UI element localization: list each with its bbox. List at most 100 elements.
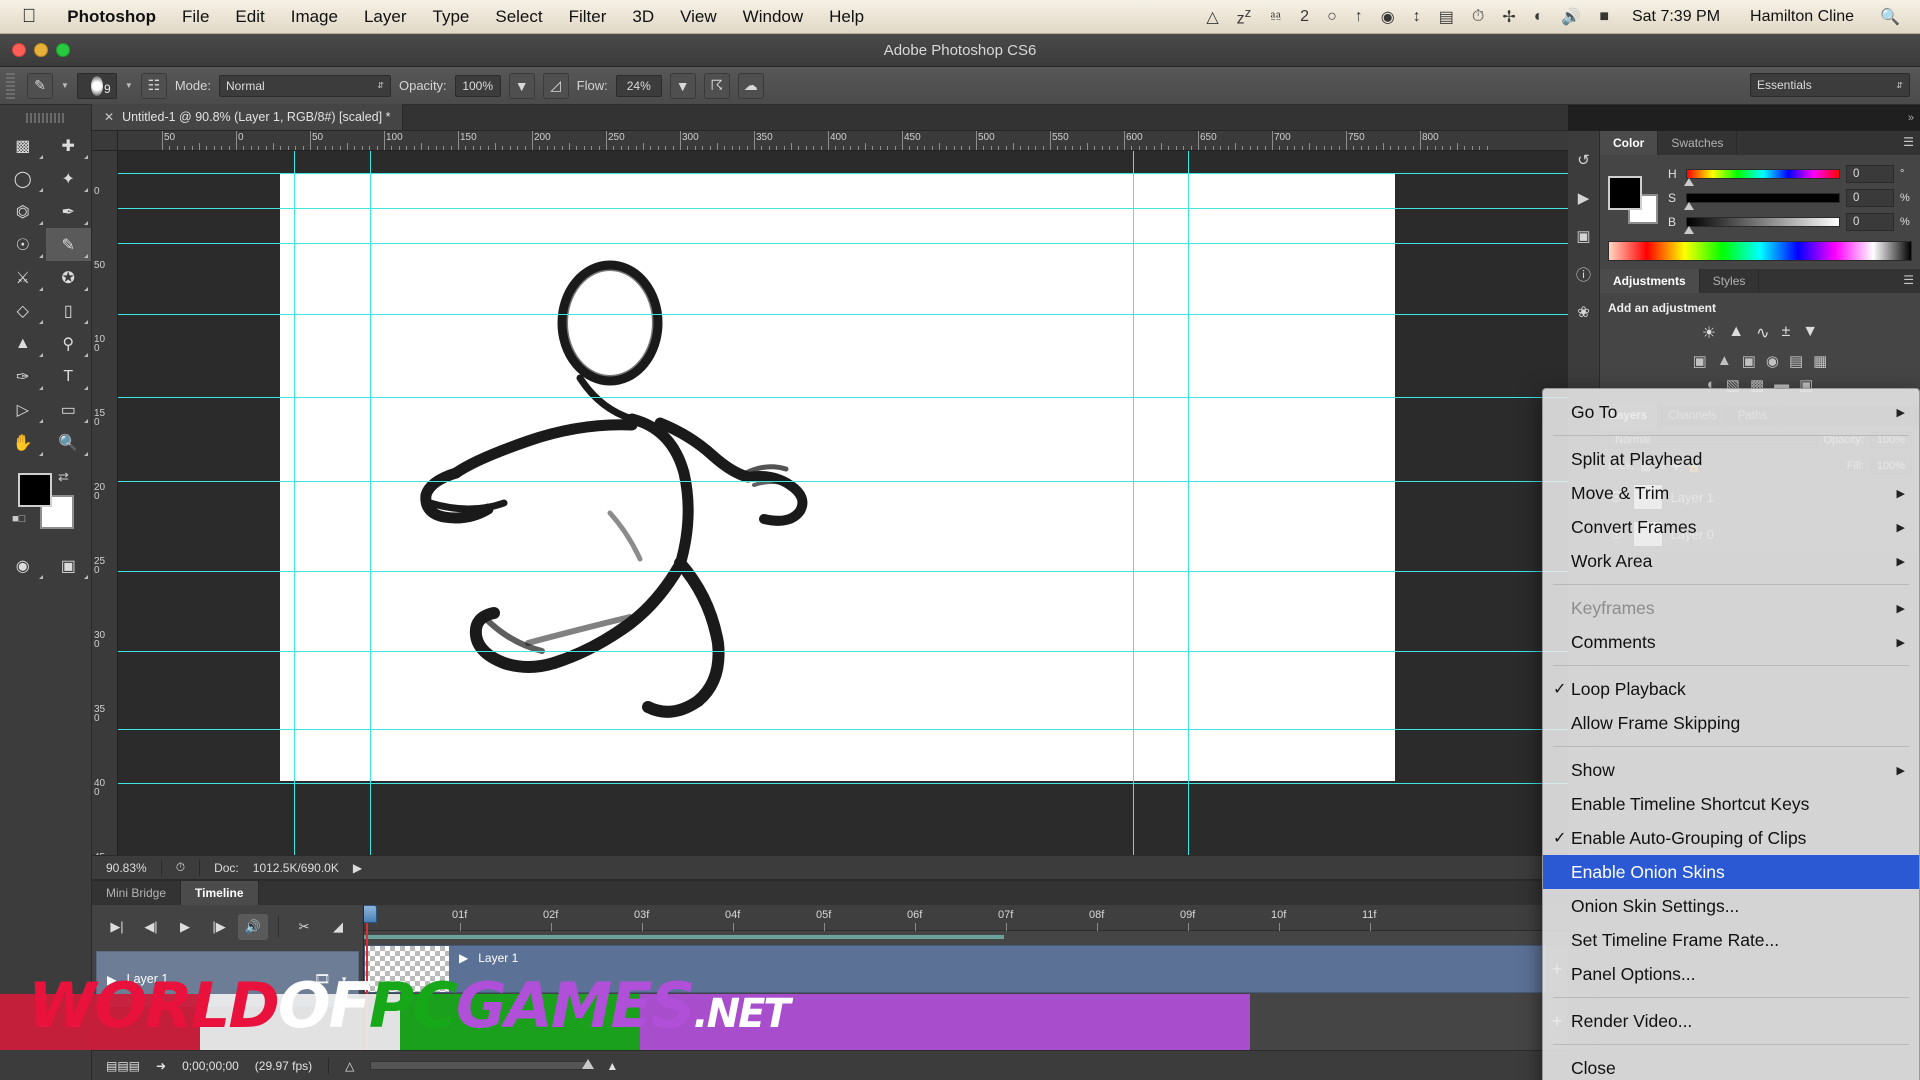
type-tool[interactable]: T (46, 360, 92, 393)
zoom-tool[interactable]: 🔍 (46, 426, 92, 459)
apple-icon[interactable]:  (0, 6, 54, 28)
tab-color[interactable]: Color (1600, 131, 1659, 155)
bluetooth-icon[interactable]: ↑ (1346, 8, 1372, 26)
menu-item-go-to[interactable]: Go To ▶ (1543, 395, 1919, 429)
guide-vertical[interactable] (1133, 151, 1134, 855)
move-icon[interactable]: ✢ (1493, 7, 1524, 27)
wifi-icon[interactable]: ◐ (1525, 8, 1553, 26)
swap-colors-icon[interactable]: ⇄ (58, 469, 69, 485)
menu-help[interactable]: Help (816, 7, 877, 27)
brightness-slider[interactable] (1684, 217, 1840, 234)
guide-vertical[interactable] (370, 151, 371, 855)
alfred-icon[interactable]: ⎂ (1260, 8, 1291, 26)
audio-icon[interactable]: 🔊 (238, 914, 268, 940)
guide-horizontal[interactable] (118, 243, 1568, 244)
opacity-input[interactable]: 100% (454, 74, 501, 97)
menu-photoshop[interactable]: Photoshop (54, 7, 169, 27)
timer-icon[interactable]: ⏱ (176, 860, 185, 875)
sleep-icon[interactable]: zz (1228, 5, 1261, 28)
ruler-corner[interactable] (92, 131, 118, 151)
canvas-stage[interactable] (118, 151, 1568, 855)
marquee-tool[interactable]: ▩ (0, 129, 46, 162)
quick-mask-icon[interactable]: ◉ (0, 549, 46, 582)
gradient-tool[interactable]: ▯ (46, 294, 92, 327)
menu-item-panel-options[interactable]: Panel Options... (1543, 957, 1919, 991)
tab-timeline[interactable]: Timeline (181, 881, 259, 905)
audio-icon[interactable]: ◉ (1372, 7, 1404, 27)
go-to-start-icon[interactable]: ▶| (102, 914, 132, 940)
eraser-tool[interactable]: ◇ (0, 294, 46, 327)
collapse-panels-icon[interactable]: » (1908, 112, 1914, 124)
headphones-icon[interactable]: ○ (1318, 8, 1346, 26)
history-icon[interactable]: ↺ (1568, 141, 1599, 179)
channel-mixer-icon[interactable]: ▤ (1789, 352, 1803, 370)
workspace-switcher[interactable]: Essentials ⇵ (1750, 73, 1910, 97)
menu-select[interactable]: Select (482, 7, 555, 27)
guide-horizontal[interactable] (118, 651, 1568, 652)
menu-view[interactable]: View (667, 7, 730, 27)
photo-filter-icon[interactable]: ◉ (1766, 352, 1779, 370)
menu-item-set-timeline-frame-rate[interactable]: Set Timeline Frame Rate... (1543, 923, 1919, 957)
curves-icon[interactable]: ∿ (1756, 323, 1769, 343)
menubar-clock[interactable]: Sat 7:39 PM (1618, 8, 1734, 26)
rectangle-tool[interactable]: ▭ (46, 393, 92, 426)
color-spectrum-bar[interactable] (1608, 241, 1912, 261)
timeline-ruler[interactable]: 01f 02f 03f 04f 05f 06f 07f 08f 09f 10f 11f (364, 905, 1568, 931)
opacity-dropdown-icon[interactable]: ▼ (508, 72, 535, 99)
panel-menu-icon[interactable]: ☰ (1903, 135, 1914, 149)
brush-tool[interactable]: ✎ (45, 228, 91, 261)
play-icon[interactable]: ▶ (170, 914, 200, 940)
guide-horizontal[interactable] (118, 173, 1568, 174)
menu-item-move-trim[interactable]: Move & Trim ▶ (1543, 476, 1919, 510)
menu-item-enable-timeline-shortcut-keys[interactable]: Enable Timeline Shortcut Keys (1543, 787, 1919, 821)
exposure-icon[interactable]: ± (1781, 323, 1790, 343)
zoom-in-icon[interactable]: ▲ (606, 1059, 618, 1073)
split-at-playhead-icon[interactable]: ✂ (289, 914, 319, 940)
blend-mode-select[interactable]: Normal ⇵ (218, 74, 391, 97)
tab-swatches[interactable]: Swatches (1658, 131, 1738, 155)
guide-horizontal[interactable] (118, 314, 1568, 315)
tab-styles[interactable]: Styles (1700, 269, 1760, 293)
brush-tool-icon[interactable]: ✎ (27, 72, 53, 99)
menu-3d[interactable]: 3D (619, 7, 667, 27)
playhead-handle[interactable] (364, 905, 377, 923)
close-tab-icon[interactable]: ✕ (104, 110, 114, 124)
guide-horizontal[interactable] (118, 783, 1568, 784)
volume-icon[interactable]: 🔊 (1552, 7, 1590, 27)
guide-horizontal[interactable] (118, 481, 1568, 482)
move-tool[interactable]: ✚ (46, 129, 92, 162)
tablet-opacity-icon[interactable]: ◿ (542, 72, 569, 99)
flow-dropdown-icon[interactable]: ▼ (669, 72, 696, 99)
menu-file[interactable]: File (169, 7, 222, 27)
vibrance-icon[interactable]: ▼ (1802, 323, 1818, 343)
pen-tool[interactable]: ✑ (0, 360, 46, 393)
status-expand-icon[interactable]: ▶ (353, 861, 362, 875)
frame-view-icon[interactable]: ▤▤▤ (106, 1059, 140, 1073)
hue-saturation-icon[interactable]: ▣ (1693, 352, 1707, 370)
color-balance-icon[interactable]: ▲ (1717, 352, 1732, 370)
panel-menu-icon[interactable]: ☰ (1903, 273, 1914, 287)
crop-tool[interactable]: ⏣ (0, 195, 46, 228)
quick-selection-tool[interactable]: ✦ (46, 162, 92, 195)
tablet-pressure-icon[interactable]: ☁ (737, 72, 764, 99)
brush-panel-icon[interactable]: ☷ (140, 72, 167, 99)
options-bar-grip[interactable] (6, 72, 15, 99)
timeline-zoom-slider[interactable] (370, 1059, 595, 1070)
horizontal-ruler[interactable]: 50 0 50 100 150 200 250 300 350 400 450 500 550 600 65… (118, 131, 1568, 151)
vertical-ruler[interactable]: 050100150200250300350400450 (92, 151, 118, 855)
menu-item-loop-playback[interactable]: ✓ Loop Playback (1543, 672, 1919, 706)
slider-thumb[interactable] (1684, 202, 1694, 210)
foreground-color-swatch[interactable] (1608, 176, 1642, 210)
airbrush-icon[interactable]: ☈ (703, 72, 730, 99)
saturation-slider[interactable] (1684, 193, 1840, 210)
menu-item-onion-skin-settings[interactable]: Onion Skin Settings... (1543, 889, 1919, 923)
guide-vertical[interactable] (1188, 151, 1189, 855)
spot-healing-tool[interactable]: ☉ (0, 228, 46, 261)
flow-input[interactable]: 24% (615, 74, 662, 97)
tab-adjustments[interactable]: Adjustments (1600, 269, 1700, 293)
menu-type[interactable]: Type (420, 7, 483, 27)
brush-tool-caret-icon[interactable]: ▼ (61, 81, 69, 90)
menu-layer[interactable]: Layer (351, 7, 420, 27)
zoom-slider-thumb[interactable] (582, 1059, 595, 1069)
tab-mini-bridge[interactable]: Mini Bridge (92, 881, 182, 905)
